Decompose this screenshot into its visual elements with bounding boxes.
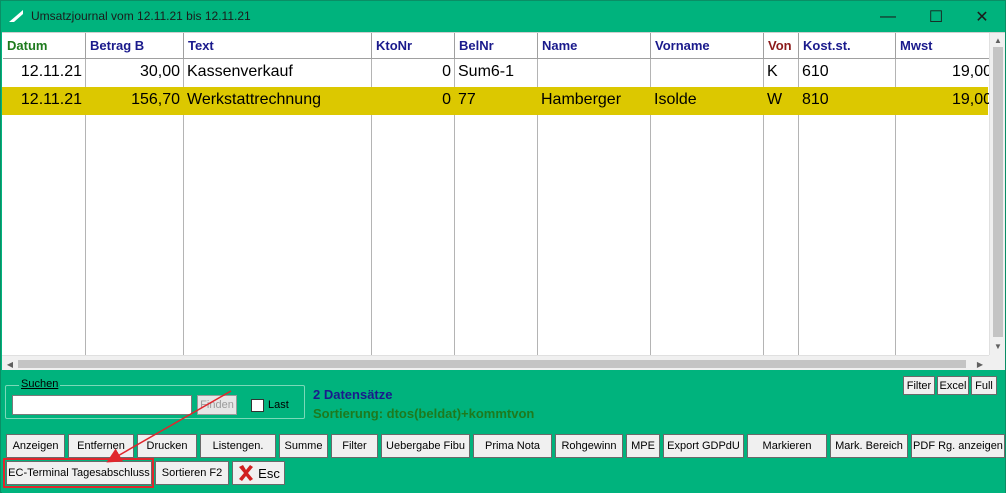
table-row[interactable]: 12.11.21 30,00 Kassenverkauf 0 Sum6-1 K 610 19,…	[2, 59, 992, 87]
record-count: 2 Datensätze	[313, 387, 393, 402]
annotation-highlight-box	[3, 458, 154, 488]
table-cell: Isolde	[654, 91, 697, 108]
toolbar-button-pdf-rg-anzeigen[interactable]: PDF Rg. anzeigen	[911, 434, 1005, 458]
column-header[interactable]: Datum	[3, 33, 86, 59]
minimize-button[interactable]: —	[865, 1, 911, 32]
toolbar-button-listengen-[interactable]: Listengen.	[200, 434, 276, 458]
toolbar-button-prima-nota[interactable]: Prima Nota	[473, 434, 552, 458]
table-cell: Sum6-1	[458, 63, 515, 80]
column-header[interactable]: Text	[184, 33, 372, 59]
column-header[interactable]: Von	[764, 33, 799, 59]
toolbar-button-mark-bereich[interactable]: Mark. Bereich	[830, 434, 908, 458]
table-cell: 19,00	[951, 91, 992, 108]
sort-order: Sortierung: dtos(beldat)+kommtvon	[313, 406, 535, 421]
table-cell	[538, 59, 650, 87]
toolbar-button-uebergabe-fibu[interactable]: Uebergabe Fibu	[381, 434, 470, 458]
bottom-panel: Suchen Finden Last 2 Datensätze Sortieru…	[2, 370, 1005, 493]
last-label: Last	[268, 399, 289, 411]
table-cell: 0	[442, 63, 451, 80]
table-cell: 30,00	[139, 63, 180, 80]
journal-grid[interactable]: Datum Betrag B Text KtoNr BelNr Name Vorname Vo…	[2, 32, 1005, 370]
toolbar-button-summe[interactable]: Summe	[279, 434, 328, 458]
maximize-button[interactable]: ☐	[913, 1, 959, 32]
scrollbar-corner	[989, 355, 1005, 370]
table-cell: Werkstattrechnung	[187, 91, 321, 108]
search-legend: Suchen	[19, 378, 61, 390]
table-cell: 19,00	[951, 63, 992, 80]
column-header[interactable]: BelNr	[455, 33, 538, 59]
toolbar-button-drucken[interactable]: Drucken	[137, 434, 197, 458]
table-cell: W	[767, 91, 783, 108]
table-row[interactable]: 12.11.21 156,70 Werkstattrechnung 0 77 Hamber…	[2, 87, 992, 115]
full-button[interactable]: Full	[971, 376, 997, 395]
column-header[interactable]: Vorname	[651, 33, 764, 59]
toolbar-button-mpe[interactable]: MPE	[626, 434, 660, 458]
table-cell: 12.11.21	[20, 91, 82, 108]
table-cell: 156,70	[131, 91, 180, 108]
horizontal-scrollbar[interactable]: ◀ ▶	[2, 355, 989, 370]
vertical-scrollbar[interactable]: ▲ ▼	[989, 33, 1005, 355]
table-cell: Kassenverkauf	[187, 63, 293, 80]
scroll-left-arrow-icon[interactable]: ◀	[2, 357, 18, 370]
app-logo-icon	[9, 10, 23, 22]
scroll-down-arrow-icon[interactable]: ▼	[990, 339, 1005, 353]
last-checkbox[interactable]	[251, 399, 264, 412]
window-title: Umsatzjournal vom 12.11.21 bis 12.11.21	[31, 9, 251, 23]
esc-label: Esc	[258, 465, 280, 481]
table-cell: 610	[802, 63, 829, 80]
column-header[interactable]: Mwst	[896, 33, 996, 59]
table-cell: 810	[802, 91, 829, 108]
red-x-icon	[239, 465, 254, 481]
table-cell: 0	[442, 91, 451, 108]
column-header[interactable]: Betrag B	[86, 33, 184, 59]
scroll-up-arrow-icon[interactable]: ▲	[990, 33, 1005, 47]
toolbar-button-filter[interactable]: Filter	[331, 434, 378, 458]
table-cell: Hamberger	[541, 91, 622, 108]
toolbar-button-entfernen[interactable]: Entfernen	[68, 434, 134, 458]
filter-small-button[interactable]: Filter	[903, 376, 935, 395]
toolbar-button-anzeigen[interactable]: Anzeigen	[6, 434, 65, 458]
horizontal-scroll-thumb[interactable]	[18, 360, 966, 368]
column-header[interactable]: KtoNr	[372, 33, 455, 59]
table-cell: 12.11.21	[20, 63, 82, 80]
esc-button[interactable]: Esc	[232, 461, 285, 485]
journal-window: Umsatzjournal vom 12.11.21 bis 12.11.21 …	[0, 0, 1006, 493]
scroll-right-arrow-icon[interactable]: ▶	[972, 357, 988, 370]
sort-f2-button[interactable]: Sortieren F2	[155, 461, 229, 485]
excel-button[interactable]: Excel	[937, 376, 969, 395]
title-bar[interactable]: Umsatzjournal vom 12.11.21 bis 12.11.21 …	[1, 1, 1005, 32]
search-input[interactable]	[12, 395, 192, 415]
vertical-scroll-thumb[interactable]	[993, 47, 1003, 337]
table-cell: 77	[458, 91, 476, 108]
column-header[interactable]: Name	[538, 33, 651, 59]
find-button[interactable]: Finden	[197, 395, 237, 415]
close-button[interactable]: ✕	[959, 1, 1005, 32]
table-cell	[651, 59, 763, 87]
toolbar-button-markieren[interactable]: Markieren	[747, 434, 827, 458]
table-cell: K	[767, 63, 778, 80]
column-header[interactable]: Kost.st.	[799, 33, 896, 59]
toolbar-button-rohgewinn[interactable]: Rohgewinn	[555, 434, 623, 458]
toolbar-button-export-gdpdu[interactable]: Export GDPdU	[663, 434, 744, 458]
